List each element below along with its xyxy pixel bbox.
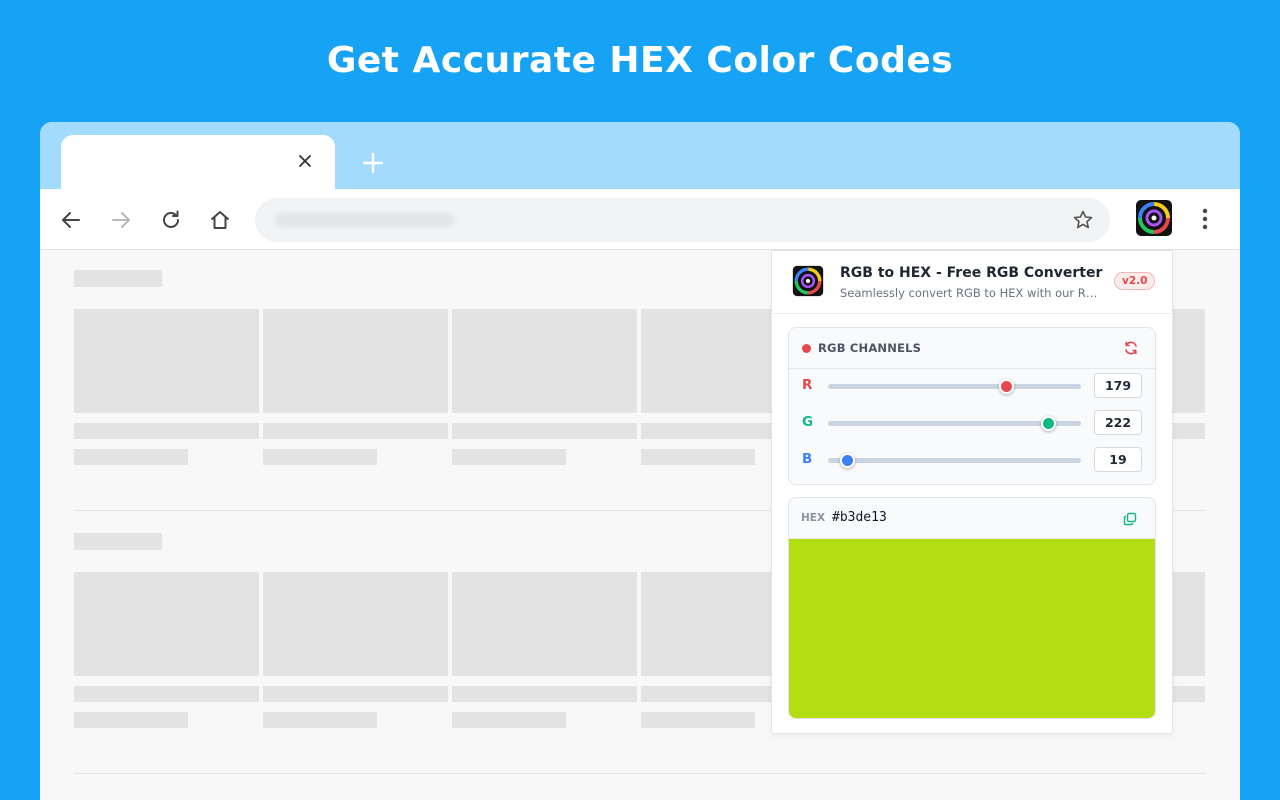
popup-subtitle: Seamlessly convert RGB to HEX with our R… — [840, 286, 1104, 300]
skeleton-line — [263, 686, 448, 702]
reload-icon[interactable] — [157, 206, 185, 234]
skeleton-line — [452, 449, 566, 465]
slider-track-r[interactable] — [828, 379, 1081, 394]
value-input-r[interactable]: 179 — [1094, 373, 1142, 398]
extension-icon[interactable] — [1135, 199, 1173, 237]
skeleton-card — [452, 572, 637, 676]
skeleton-heading — [74, 533, 162, 550]
skeleton-line — [641, 712, 755, 728]
skeleton-line — [74, 712, 188, 728]
color-swatch — [789, 539, 1155, 718]
value-input-b[interactable]: 19 — [1094, 447, 1142, 472]
skeleton-line — [74, 423, 259, 439]
channel-row-r: R 179 — [789, 371, 1155, 401]
channel-row-g: G 222 — [789, 408, 1155, 438]
skeleton-card — [74, 572, 259, 676]
home-icon[interactable] — [206, 206, 234, 234]
tab-strip — [40, 122, 1240, 189]
copy-icon[interactable] — [1123, 511, 1137, 526]
browser-toolbar — [40, 189, 1240, 250]
close-icon[interactable] — [293, 149, 317, 173]
skeleton-line — [74, 686, 259, 702]
slider-thumb-r[interactable] — [998, 379, 1014, 394]
skeleton-card — [452, 309, 637, 413]
hex-card-header: HEX #b3de13 — [789, 498, 1155, 539]
slider-track-b[interactable] — [828, 453, 1081, 468]
kebab-menu-icon[interactable] — [1194, 205, 1216, 233]
skeleton-line — [452, 686, 637, 702]
address-bar[interactable] — [255, 198, 1110, 242]
slider-thumb-b[interactable] — [839, 453, 855, 468]
skeleton-line — [263, 712, 377, 728]
headline: Get Accurate HEX Color Codes — [326, 40, 954, 81]
skeleton-card — [263, 572, 448, 676]
extension-popup: RGB to HEX - Free RGB Converter Seamless… — [771, 250, 1173, 734]
rgb-channels-card: RGB CHANNELS R 179 G 222 B 19 — [788, 327, 1156, 485]
skeleton-line — [1170, 423, 1205, 439]
skeleton-card — [1170, 572, 1205, 676]
slider-track-g[interactable] — [828, 416, 1081, 431]
app-logo-icon — [792, 265, 824, 297]
refresh-icon[interactable] — [1123, 340, 1139, 356]
browser-tab[interactable] — [61, 135, 335, 189]
plus-icon[interactable] — [358, 148, 388, 178]
skeleton-card — [1170, 309, 1205, 413]
star-icon[interactable] — [1072, 209, 1094, 231]
skeleton-line — [263, 423, 448, 439]
popup-header: RGB to HEX - Free RGB Converter Seamless… — [772, 251, 1172, 314]
skeleton-card — [74, 309, 259, 413]
hex-card: HEX #b3de13 — [788, 497, 1156, 719]
skeleton-line — [74, 449, 188, 465]
blurred-url — [275, 213, 455, 227]
skeleton-heading — [74, 270, 162, 287]
channel-label-b: B — [802, 451, 813, 467]
skeleton-line — [263, 449, 377, 465]
hex-label: HEX — [801, 512, 826, 524]
arrow-left-icon[interactable] — [57, 206, 85, 234]
rgb-card-header: RGB CHANNELS — [789, 328, 1155, 369]
value-input-g[interactable]: 222 — [1094, 410, 1142, 435]
channel-row-b: B 19 — [789, 445, 1155, 475]
popup-title: RGB to HEX - Free RGB Converter — [840, 265, 1103, 281]
browser-window: RGB to HEX - Free RGB Converter Seamless… — [40, 122, 1240, 800]
section-divider — [74, 773, 1206, 774]
version-badge: v2.0 — [1114, 272, 1156, 290]
channel-label-g: G — [802, 414, 814, 430]
skeleton-line — [452, 712, 566, 728]
rgb-card-title: RGB CHANNELS — [818, 341, 922, 355]
skeleton-line — [641, 449, 755, 465]
arrow-right-icon[interactable] — [107, 206, 135, 234]
channel-label-r: R — [802, 377, 813, 393]
skeleton-card — [263, 309, 448, 413]
slider-thumb-g[interactable] — [1041, 416, 1057, 431]
skeleton-line — [452, 423, 637, 439]
skeleton-line — [1170, 686, 1205, 702]
hex-value[interactable]: #b3de13 — [832, 510, 887, 525]
status-dot — [802, 344, 811, 353]
